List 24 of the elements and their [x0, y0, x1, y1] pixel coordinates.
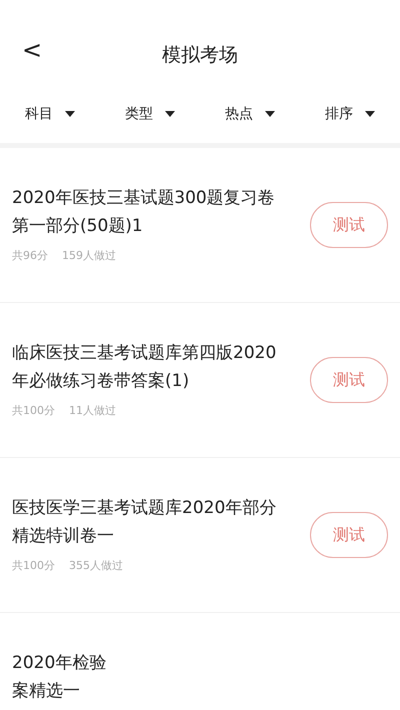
exam-title: 临床医技三基考试题库第四版2020 — [12, 342, 278, 365]
caret-down-icon — [65, 111, 75, 117]
total-score: 共100分 — [12, 558, 55, 574]
filter-dropdown[interactable]: 热点 — [200, 104, 300, 124]
total-score: 共100分 — [12, 403, 55, 419]
taker-count: 355人做过 — [69, 558, 123, 574]
exam-title: 案精选一 — [12, 680, 81, 703]
taker-count: 159人做过 — [62, 248, 116, 264]
total-score: 共96分 — [12, 248, 48, 264]
exam-title: 精选特训卷一 — [12, 525, 115, 548]
caret-down-icon — [165, 111, 175, 117]
filter-dropdown[interactable]: 科目 — [0, 104, 100, 124]
exam-title: 2020年检验 — [12, 652, 108, 675]
exam-title: 第一部分(50题)1 — [12, 215, 144, 238]
exam-title: 医技医学三基考试题库2020年部分 — [12, 497, 278, 520]
caret-down-icon — [265, 111, 275, 117]
page-title: 模拟考场 — [162, 43, 238, 68]
caret-down-icon — [365, 111, 375, 117]
back-button[interactable]: < — [22, 38, 42, 62]
exam-title: 2020年医技三基试题300题复习卷 — [12, 187, 276, 210]
exam-title: 年必做练习卷带答案(1) — [12, 370, 190, 393]
taker-count: 11人做过 — [69, 403, 116, 419]
filter-dropdown[interactable]: 排序 — [300, 104, 400, 124]
filter-dropdown[interactable]: 类型 — [100, 104, 200, 124]
